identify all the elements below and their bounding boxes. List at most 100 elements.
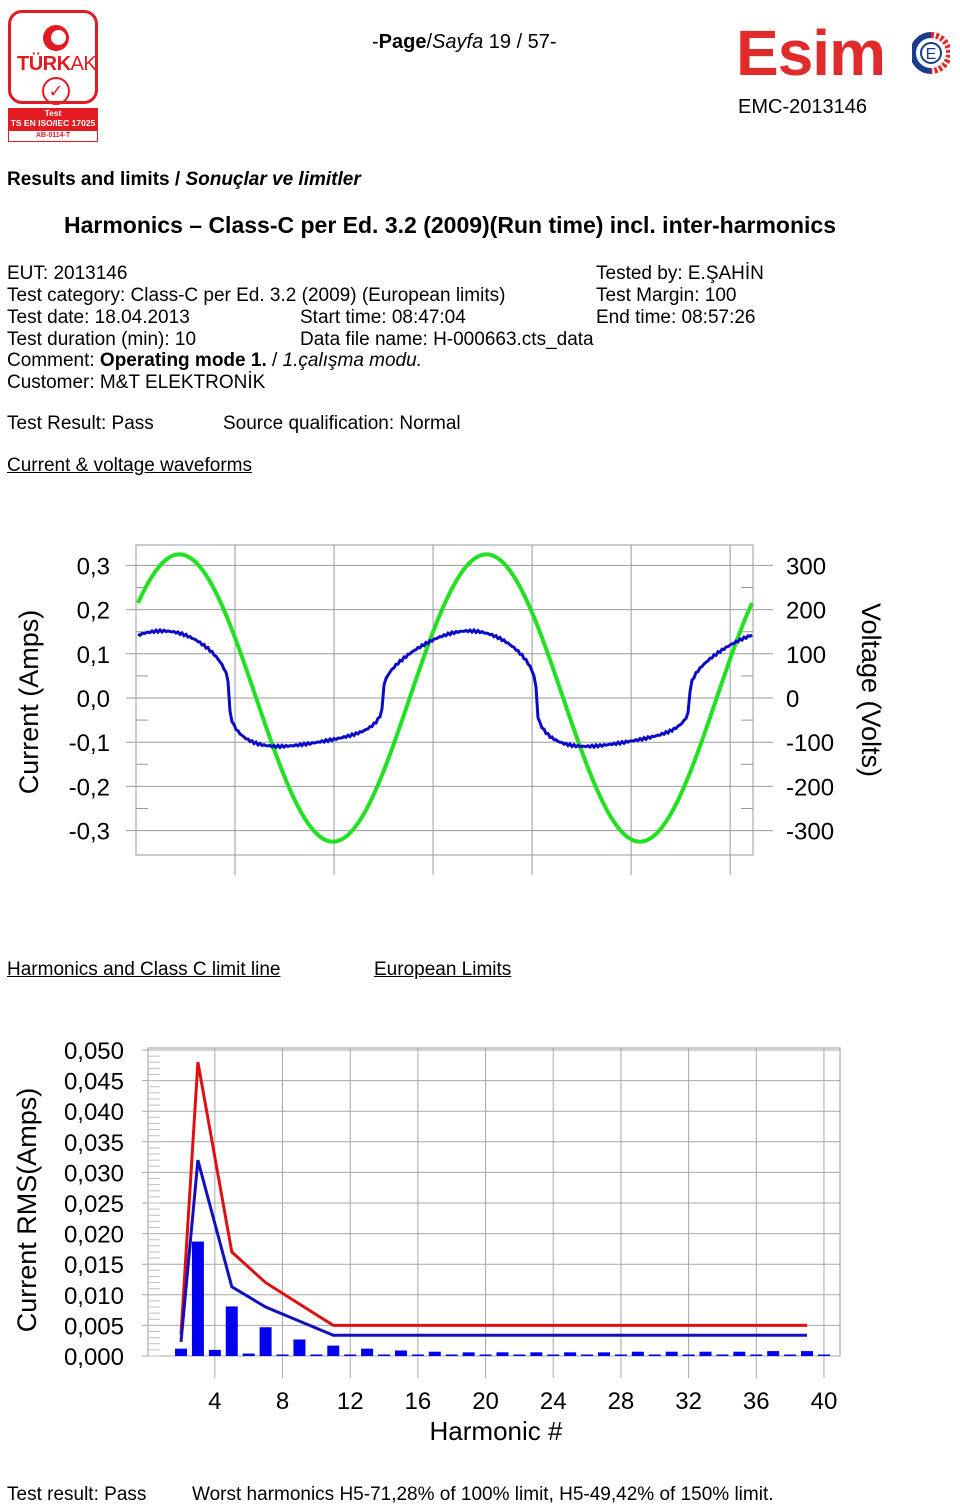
voltage-tick-label: 100: [786, 642, 826, 669]
turkak-logo-wordmark: TÜRKAK: [17, 53, 97, 75]
harmonic-bar-h30: [648, 1354, 661, 1356]
current-tick-label: 0,2: [77, 598, 110, 625]
turkak-logo-band: Test TS EN ISO/IEC 17025: [8, 108, 98, 130]
harmonics-y-tick-label: 0,010: [64, 1283, 124, 1310]
harmonics-x-tick-label: 16: [405, 1388, 432, 1415]
harmonics-x-tick-label: 8: [276, 1388, 289, 1415]
footer-worst-harmonics: Worst harmonics H5-71,28% of 100% limit,…: [192, 1484, 774, 1505]
harmonics-y-tick-label: 0,020: [64, 1222, 124, 1249]
harmonic-bar-h12: [344, 1354, 357, 1356]
harmonic-bar-h5: [225, 1306, 238, 1356]
current-tick-label: -0,2: [69, 774, 110, 801]
footer-test-result: Test result: Pass: [7, 1484, 147, 1505]
harmonic-bar-h16: [411, 1354, 424, 1356]
current-tick-label: -0,1: [69, 730, 110, 757]
harmonics-x-tick-label: 20: [472, 1388, 499, 1415]
test-result-field: Test Result: Pass: [7, 413, 154, 434]
harmonic-bar-h28: [614, 1354, 627, 1356]
harmonic-bar-h23: [530, 1352, 543, 1356]
harmonics-bars: [175, 1241, 830, 1356]
end-time-field: End time: 08:57:26: [596, 307, 756, 328]
harmonic-bar-h29: [631, 1351, 644, 1356]
turkak-accreditation-code: AB-0114-T: [8, 130, 98, 142]
page-number: -Page/Sayfa 19 / 57-: [372, 31, 557, 53]
harmonic-bar-h13: [361, 1348, 374, 1356]
harmonics-y-tick-label: 0,015: [64, 1252, 124, 1279]
harmonic-bar-h7: [259, 1327, 272, 1356]
voltage-tick-label: 200: [786, 598, 826, 625]
voltage-axis-ticks: 300 200 100 0 -100 -200 -300: [786, 553, 834, 845]
data-file-field: Data file name: H-000663.cts_data: [300, 329, 594, 350]
voltage-tick-label: -200: [786, 774, 834, 801]
current-axis-ticks: 0,3 0,2 0,1 0,0 -0,1 -0,2 -0,3: [69, 553, 110, 845]
voltage-axis-label: Voltage (Volts): [856, 603, 886, 777]
report-code: EMC-2013146: [738, 96, 867, 118]
harmonic-bar-h9: [293, 1339, 306, 1356]
current-tick-label: 0,3: [77, 553, 110, 580]
waveform-chart: 0,3 0,2 0,1 0,0 -0,1 -0,2 -0,3 300 200 100 0 -100 -…: [14, 544, 886, 875]
harmonic-bar-h15: [394, 1350, 407, 1356]
harmonics-y-tick-label: 0,005: [64, 1313, 124, 1340]
turkak-band-line1: Test: [44, 108, 62, 118]
waveform-section-title: Current & voltage waveforms: [7, 455, 252, 476]
harmonics-x-tick-label: 4: [208, 1388, 221, 1415]
harmonic-bar-h20: [479, 1354, 492, 1356]
harmonic-bar-h24: [547, 1354, 560, 1356]
harmonics-y-tick-label: 0,035: [64, 1130, 124, 1157]
harmonics-y-axis-label-visible: Current RMS(Amps): [12, 1088, 42, 1333]
harmonics-x-axis-label: Harmonic #: [430, 1416, 563, 1446]
test-margin-field: Test Margin: 100: [596, 285, 737, 306]
harmonics-x-tick-label: 32: [675, 1388, 702, 1415]
esim-logo-wordmark: Esim: [736, 17, 886, 89]
voltage-tick-label: -100: [786, 730, 834, 757]
harmonic-bar-h36: [750, 1354, 763, 1356]
harmonics-y-tick-label: 0,045: [64, 1069, 124, 1096]
harmonics-y-tick-label: 0,025: [64, 1191, 124, 1218]
limit-line-150: [179, 1061, 807, 1335]
current-series-line: [137, 627, 753, 750]
current-tick-label: -0,3: [69, 819, 110, 846]
harmonic-bar-h21: [496, 1352, 509, 1356]
harmonic-bar-h39: [801, 1351, 814, 1356]
harmonic-bar-h10: [310, 1354, 323, 1356]
ce-emblem-icon: E: [912, 32, 950, 74]
turkak-band-line2: TS EN ISO/IEC 17025: [10, 118, 96, 128]
harmonic-bar-h22: [513, 1354, 526, 1356]
customer-field: Customer: M&T ELEKTRONİK: [7, 372, 266, 393]
harmonic-bar-h31: [665, 1351, 678, 1356]
harmonic-bar-h25: [564, 1352, 577, 1356]
harmonic-bar-h35: [733, 1351, 746, 1356]
harmonic-bar-h40: [817, 1354, 830, 1356]
test-duration-field: Test duration (min): 10: [7, 329, 197, 350]
harmonic-bar-h33: [699, 1351, 712, 1356]
voltage-tick-label: 300: [786, 553, 826, 580]
harmonic-bar-h2: [175, 1348, 187, 1356]
current-axis-label: Current (Amps): [14, 610, 44, 795]
section-title: Results and limits / Sonuçlar ve limitle…: [7, 169, 361, 190]
harmonics-y-tick-label: 0,000: [64, 1344, 124, 1371]
harmonic-bar-h3: [191, 1241, 204, 1356]
harmonic-bar-h6: [242, 1353, 255, 1356]
harmonic-bar-h14: [378, 1354, 391, 1356]
harmonic-bar-h8: [276, 1354, 289, 1356]
voltage-tick-label: -300: [786, 819, 834, 846]
turkak-logo: TÜRKAK ✓ Test TS EN ISO/IEC 17025 AB-011…: [6, 8, 98, 142]
test-date-field: Test date: 18.04.2013: [7, 307, 190, 328]
crescent-icon: [43, 25, 69, 51]
harmonics-x-tick-label: 24: [540, 1388, 567, 1415]
harmonic-bar-h38: [784, 1354, 797, 1356]
current-tick-label: 0,1: [77, 642, 110, 669]
harmonics-x-tick-label: 12: [337, 1388, 364, 1415]
harmonic-bar-h4: [208, 1349, 221, 1356]
harmonics-x-tick-label: 40: [811, 1388, 838, 1415]
tested-by-field: Tested by: E.ŞAHİN: [596, 263, 764, 284]
harmonics-plot-frame: [147, 1047, 841, 1357]
harmonics-y-tick-label: 0,050: [64, 1038, 124, 1065]
harmonic-bar-h18: [445, 1354, 458, 1356]
harmonics-grid: [142, 1047, 841, 1378]
comment-field: Comment: Operating mode 1. / 1.çalışma m…: [7, 350, 422, 371]
harmonics-y-tick-label: 0,030: [64, 1160, 124, 1187]
harmonics-x-tick-label: 36: [743, 1388, 770, 1415]
harmonics-x-tick-label: 28: [608, 1388, 635, 1415]
harmonics-y-ticks: 0,050 0,045 0,040 0,035 0,030 0,025 0,020 0,015…: [64, 1038, 124, 1371]
